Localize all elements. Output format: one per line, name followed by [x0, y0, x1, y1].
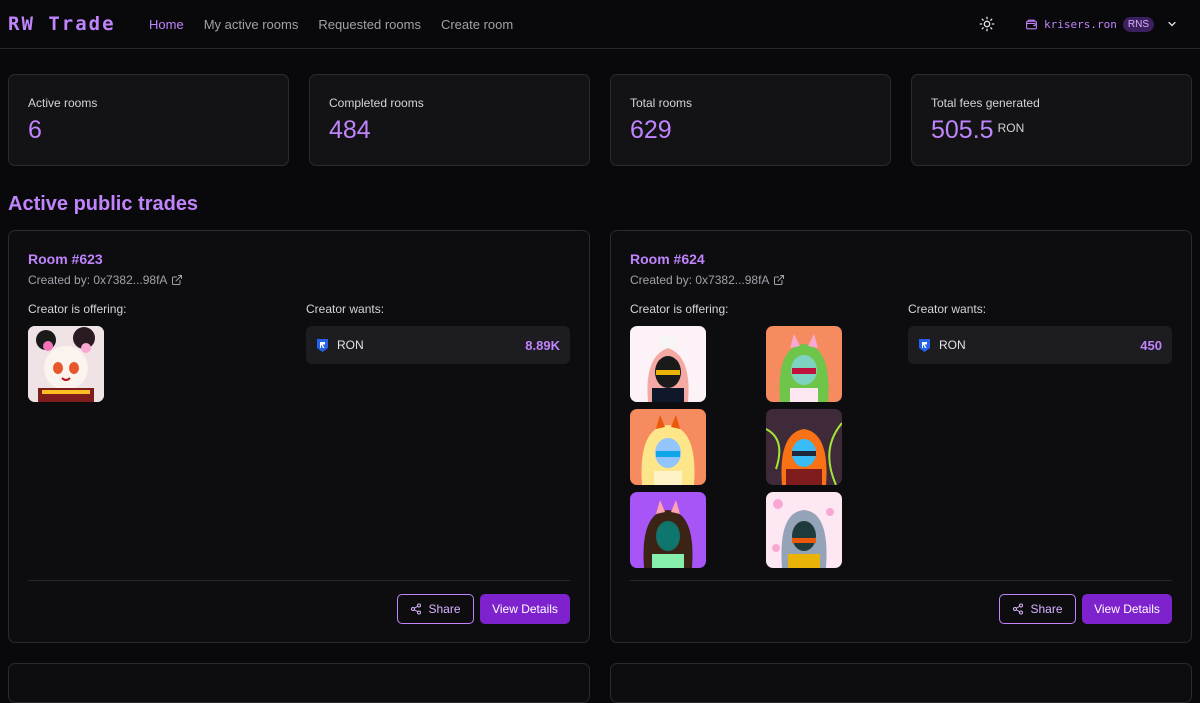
nft-image — [766, 492, 842, 568]
room-columns: Creator is offering: Creator wants: RON … — [28, 302, 570, 402]
nft-thumbnail[interactable] — [766, 326, 842, 402]
theme-toggle-button[interactable] — [975, 12, 999, 36]
wallet-button[interactable]: krisers.ron RNS — [1025, 16, 1178, 32]
share-button[interactable]: Share — [397, 594, 474, 624]
wanted-token: RON 450 — [908, 326, 1172, 364]
stat-active-rooms: Active rooms 6 — [8, 74, 289, 166]
nav-right: krisers.ron RNS — [975, 0, 1178, 48]
room-card-partial — [8, 663, 590, 703]
room-title[interactable]: Room #624 — [630, 251, 1172, 267]
sun-icon — [979, 16, 995, 32]
nft-image — [630, 492, 706, 568]
rns-badge: RNS — [1122, 16, 1154, 32]
nft-grid — [28, 326, 306, 402]
stat-label: Total fees generated — [931, 96, 1040, 110]
ronin-token-icon — [919, 338, 930, 352]
nav-home[interactable]: Home — [149, 17, 184, 32]
room-columns: Creator is offering: Creator wants: RON … — [630, 302, 1172, 568]
nft-thumbnail[interactable] — [630, 409, 706, 485]
room-card-partial — [610, 663, 1192, 703]
nft-thumbnail[interactable] — [766, 409, 842, 485]
token-amount: 450 — [1140, 337, 1162, 353]
wallet-icon — [1026, 19, 1037, 29]
room-creator: Created by: 0x7382...98fA — [630, 273, 1172, 287]
token-name: RON — [337, 338, 364, 352]
share-label: Share — [428, 602, 461, 616]
creator-text: Created by: 0x7382...98fA — [28, 273, 168, 287]
chevron-down-icon — [1168, 21, 1176, 27]
stat-label: Total rooms — [630, 96, 693, 110]
external-link-icon[interactable] — [171, 274, 183, 286]
offer-label: Creator is offering: — [28, 302, 127, 316]
wants-label: Creator wants: — [908, 302, 987, 316]
nav-my-active-rooms[interactable]: My active rooms — [204, 17, 299, 32]
card-divider — [28, 580, 570, 581]
stat-label: Completed rooms — [329, 96, 424, 110]
nft-thumbnail[interactable] — [630, 326, 706, 402]
share-label: Share — [1030, 602, 1063, 616]
nft-image — [630, 326, 706, 402]
wants-label: Creator wants: — [306, 302, 385, 316]
stat-total-fees: Total fees generated 505.5 RON — [911, 74, 1192, 166]
nav-create-room[interactable]: Create room — [441, 17, 513, 32]
stat-label: Active rooms — [28, 96, 98, 110]
stat-value: 484 — [329, 116, 371, 144]
nft-thumbnail[interactable] — [630, 492, 706, 568]
stat-total-rooms: Total rooms 629 — [610, 74, 891, 166]
card-actions: Share View Details — [999, 594, 1172, 624]
nft-thumbnail[interactable] — [28, 326, 104, 402]
wants-column: Creator wants: RON 8.89K — [306, 302, 570, 402]
nft-image — [630, 409, 706, 485]
nft-thumbnail[interactable] — [766, 492, 842, 568]
stat-value: 505.5 RON — [931, 116, 1025, 144]
nft-image — [766, 326, 842, 402]
token-amount: 8.89K — [525, 337, 560, 353]
stat-value: 629 — [630, 116, 672, 144]
wanted-token: RON 8.89K — [306, 326, 570, 364]
nft-image — [766, 409, 842, 485]
top-nav: RW Trade Home My active rooms Requested … — [0, 0, 1200, 49]
room-card: Room #624 Created by: 0x7382...98fA Crea… — [610, 230, 1192, 643]
app-logo[interactable]: RW Trade — [8, 13, 149, 35]
stat-value: 6 — [28, 116, 42, 144]
nft-image — [28, 326, 104, 402]
offer-column: Creator is offering: — [630, 302, 908, 568]
token-name: RON — [939, 338, 966, 352]
wants-column: Creator wants: RON 450 — [908, 302, 1172, 568]
view-details-button[interactable]: View Details — [1082, 594, 1172, 624]
nav-requested-rooms[interactable]: Requested rooms — [318, 17, 421, 32]
share-button[interactable]: Share — [999, 594, 1076, 624]
view-details-button[interactable]: View Details — [480, 594, 570, 624]
external-link-icon[interactable] — [773, 274, 785, 286]
section-title: Active public trades — [8, 193, 199, 215]
stats-row: Active rooms 6 Completed rooms 484 Total… — [8, 74, 1192, 166]
stat-completed-rooms: Completed rooms 484 — [309, 74, 590, 166]
stat-unit: RON — [997, 121, 1025, 135]
ronin-token-icon — [317, 338, 328, 352]
offer-label: Creator is offering: — [630, 302, 729, 316]
room-creator: Created by: 0x7382...98fA — [28, 273, 570, 287]
share-icon — [411, 603, 422, 615]
wallet-name: krisers.ron — [1044, 17, 1117, 31]
offer-column: Creator is offering: — [28, 302, 306, 402]
room-card: Room #623 Created by: 0x7382...98fA Crea… — [8, 230, 590, 643]
creator-text: Created by: 0x7382...98fA — [630, 273, 770, 287]
card-actions: Share View Details — [397, 594, 570, 624]
share-icon — [1013, 603, 1024, 615]
nav-links: Home My active rooms Requested rooms Cre… — [149, 17, 533, 32]
room-title[interactable]: Room #623 — [28, 251, 570, 267]
nft-grid — [630, 326, 908, 568]
card-divider — [630, 580, 1172, 581]
